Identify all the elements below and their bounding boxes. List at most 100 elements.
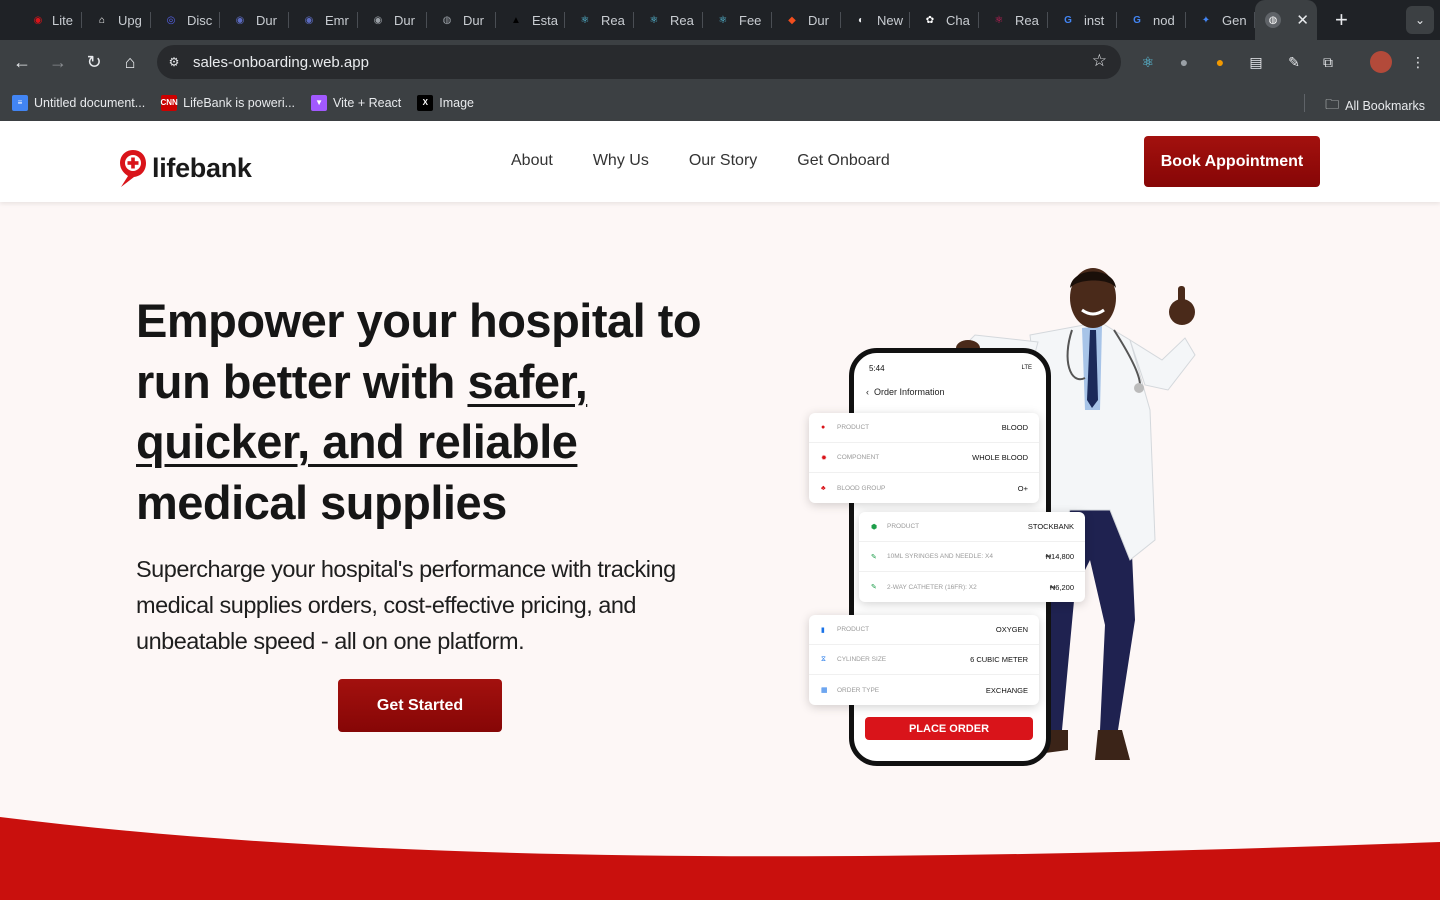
eyedropper-icon[interactable]: ✎ [1282, 50, 1306, 74]
browser-tab[interactable]: ⚛ Rea [979, 0, 1048, 40]
profile-avatar[interactable] [1370, 51, 1392, 73]
back-button[interactable]: ← [4, 44, 40, 80]
order-detail-key: PRODUCT [887, 523, 920, 530]
extensions-puzzle-icon[interactable]: ⧉ [1316, 50, 1340, 74]
order-detail-value: 6 CUBIC METER [970, 655, 1028, 664]
dur-icon: ◉ [373, 14, 383, 26]
book-appointment-button[interactable]: Book Appointment [1144, 136, 1320, 187]
order-detail-value: ₦14,800 [1045, 552, 1074, 561]
notes-icon[interactable]: ▤ [1244, 50, 1268, 74]
order-detail-row: ✹ COMPONENT WHOLE BLOOD [809, 443, 1039, 473]
browser-tab[interactable]: ⌂ Upg [82, 0, 151, 40]
all-bookmarks-label: All Bookmarks [1345, 99, 1425, 113]
gemini-icon: ✦ [1201, 14, 1211, 26]
home-button[interactable]: ⌂ [112, 44, 148, 80]
browser-tab[interactable]: ✦ Gen [1186, 0, 1255, 40]
order-detail-key: COMPONENT [837, 454, 880, 461]
tab-label: Emr [325, 12, 349, 28]
get-started-button[interactable]: Get Started [338, 679, 502, 732]
order-info-header: ‹ Order Information [866, 387, 945, 397]
nav-why-us[interactable]: Why Us [593, 152, 649, 170]
browser-tab[interactable]: ✿ Cha [910, 0, 979, 40]
order-detail-row: ⬢ PRODUCT STOCKBANK [859, 512, 1085, 542]
url-text[interactable]: sales-onboarding.web.app [193, 54, 369, 71]
tab-active[interactable]: ◍ ✕ [1255, 0, 1317, 40]
tab-label: Fee [739, 12, 762, 28]
order-detail-row: ♣ BLOOD GROUP O+ [809, 473, 1039, 503]
bookmark-label: Untitled document... [34, 95, 146, 110]
browser-tab[interactable]: ◉ Emr [289, 0, 358, 40]
tab-search-button[interactable]: ⌄ [1406, 6, 1434, 34]
bookmark-label: Image [439, 95, 474, 110]
hero-subtitle: Supercharge your hospital's performance … [136, 556, 676, 654]
chevron-down-icon: ⌄ [1414, 13, 1426, 27]
browser-tab[interactable]: Ginst [1048, 0, 1117, 40]
syringe-icon: ✎ [871, 553, 877, 561]
reload-icon: ↻ [86, 51, 102, 72]
hero-title-part-2: medical supplies [136, 475, 507, 529]
bookmark-item[interactable]: ≡ Untitled document... [12, 94, 146, 111]
emr-icon: ◉ [304, 14, 314, 26]
reload-button[interactable]: ↻ [76, 44, 112, 80]
order-detail-key: CYLINDER SIZE [837, 656, 887, 663]
globe-icon: ◍ [442, 14, 452, 26]
nav-our-story[interactable]: Our Story [689, 152, 757, 170]
browser-tab[interactable]: ⚛ Rea [634, 0, 703, 40]
tab-label: Dur [256, 12, 277, 28]
forward-button[interactable]: → [40, 44, 76, 80]
main-nav: About Why Us Our Story Get Onboard [511, 152, 930, 170]
tab-label: New [877, 12, 904, 28]
browser-tab[interactable]: ▲ Esta [496, 0, 565, 40]
bookmark-label: LifeBank is poweri... [183, 95, 296, 110]
order-detail-value: O+ [1017, 483, 1028, 493]
react-devtools-icon[interactable]: ⚛ [1136, 50, 1160, 74]
bookmark-item[interactable]: X Image [417, 94, 474, 111]
order-detail-key: PRODUCT [837, 424, 870, 431]
oxygen-order-card: ▮ PRODUCT OXYGEN ⧖ CYLINDER SIZE 6 CUBIC METE… [809, 615, 1039, 705]
lifebank-logo[interactable]: lifebank [118, 148, 252, 188]
google-icon: G [1133, 14, 1141, 26]
place-order-button[interactable]: PLACE ORDER [865, 717, 1033, 740]
bookmark-item[interactable]: CNN LifeBank is poweri... [161, 94, 296, 111]
browser-tab[interactable]: ◆ Dur [772, 0, 841, 40]
browser-tab[interactable]: ◐ New [841, 0, 910, 40]
browser-tabstrip: ◉ Lite ⌂ Upg ◎ Disc ◉ Dur ◉ Emr ◉ Dur ◍ Dur ▲ Esta ⚛ Rea ⚛… [0, 0, 1440, 40]
site-info-icon[interactable]: ⚙ [163, 51, 185, 73]
chevron-left-icon: ‹ [866, 387, 869, 397]
nav-about[interactable]: About [511, 152, 553, 170]
dur-icon: ◉ [235, 14, 245, 26]
extension-icon[interactable]: ● [1208, 50, 1232, 74]
google-icon: G [1064, 14, 1072, 26]
browser-tab[interactable]: ◉ Dur [358, 0, 427, 40]
browser-tab[interactable]: ◍ Dur [427, 0, 496, 40]
browser-tab[interactable]: ◉ Lite [0, 0, 82, 40]
browser-tab[interactable]: ⚛ Rea [565, 0, 634, 40]
order-detail-value: OXYGEN [995, 625, 1028, 634]
all-bookmarks-button[interactable]: 🗀 All Bookmarks [1325, 94, 1425, 118]
tab-label: Rea [670, 12, 694, 28]
extension-icon[interactable]: ● [1172, 50, 1196, 74]
browser-tab[interactable]: ◉ Dur [220, 0, 289, 40]
close-tab-icon[interactable]: ✕ [1296, 11, 1309, 29]
order-detail-value: WHOLE BLOOD [972, 453, 1028, 462]
order-detail-key: ORDER TYPE [837, 686, 880, 694]
react-icon: ⚛ [718, 14, 728, 26]
bookmark-item[interactable]: ▼ Vite + React [311, 94, 401, 111]
new-tab-button[interactable]: + [1335, 0, 1348, 40]
order-detail-key: PRODUCT [837, 626, 870, 633]
cylinder-icon: ▮ [821, 626, 825, 634]
browser-tab[interactable]: Gnod [1117, 0, 1186, 40]
logo-text: lifebank [152, 152, 252, 183]
hero-title: Empower your hospital to run better with… [136, 291, 736, 533]
order-detail-value: STOCKBANK [1027, 522, 1074, 531]
menu-dots-icon[interactable]: ⋮ [1406, 50, 1430, 74]
address-bar[interactable]: ⚙ sales-onboarding.web.app ☆ [157, 45, 1121, 79]
order-detail-row: ● PRODUCT BLOOD [809, 413, 1039, 443]
order-detail-key: 2-WAY CATHETER (16FR): X2 [887, 583, 977, 591]
bookmark-star-icon[interactable]: ☆ [1092, 51, 1107, 71]
browser-tab[interactable]: ◎ Disc [151, 0, 220, 40]
nav-get-onboard[interactable]: Get Onboard [797, 152, 890, 170]
arrow-right-icon: → [49, 51, 67, 72]
browser-tab[interactable]: ⚛ Fee [703, 0, 772, 40]
bookmarks-bar: ≡ Untitled document... CNN LifeBank is powe… [0, 84, 1440, 121]
